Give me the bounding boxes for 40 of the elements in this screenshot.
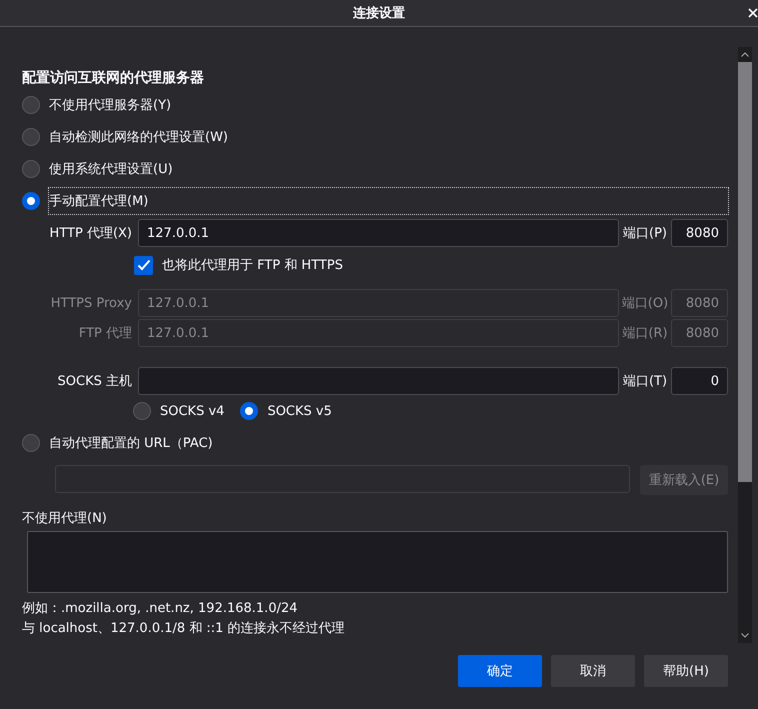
field-label: HTTP 代理(X) bbox=[48, 225, 133, 242]
text-area[interactable] bbox=[27, 531, 728, 593]
port-label: 端口(O) bbox=[620, 295, 670, 312]
radio-button[interactable] bbox=[22, 160, 40, 178]
port-label: 端口(R) bbox=[621, 325, 669, 342]
scrollbar[interactable] bbox=[738, 47, 752, 643]
port-label: 端口(P) bbox=[622, 225, 668, 242]
radio-label[interactable]: 不使用代理服务器(Y) bbox=[49, 96, 172, 114]
radio-button[interactable] bbox=[133, 402, 151, 420]
section-heading: 配置访问互联网的代理服务器 bbox=[22, 69, 205, 88]
scrollbar-thumb[interactable] bbox=[738, 62, 752, 482]
checkbox[interactable] bbox=[134, 256, 153, 274]
window-title: 连接设置 bbox=[353, 4, 405, 22]
dialog-button[interactable]: 帮助(H) bbox=[644, 655, 728, 687]
example-text: 例如：.mozilla.org, .net.nz, 192.168.1.0/24 bbox=[22, 600, 299, 613]
radio-label[interactable]: 使用系统代理设置(U) bbox=[49, 160, 173, 178]
input-field[interactable] bbox=[138, 367, 619, 395]
close-icon[interactable] bbox=[748, 8, 758, 18]
ok-button[interactable]: 确定 bbox=[458, 655, 542, 687]
radio-label[interactable]: SOCKS v4 bbox=[160, 404, 224, 418]
note-text: 与 localhost、127.0.0.1/8 和 ::1 的连接永不经过代理 bbox=[22, 620, 346, 633]
field-label: HTTPS Proxy bbox=[50, 296, 133, 310]
field-label: SOCKS 主机 bbox=[56, 373, 133, 390]
checkbox-label[interactable]: 也将此代理用于 FTP 和 HTTPS bbox=[162, 256, 343, 274]
port-label: 端口(T) bbox=[622, 373, 668, 390]
radio-label[interactable]: 自动检测此网络的代理设置(W) bbox=[49, 128, 228, 146]
port-field[interactable]: 8080 bbox=[671, 219, 728, 247]
radio-button[interactable] bbox=[22, 192, 40, 210]
scroll-up-icon[interactable] bbox=[741, 52, 749, 57]
radio-label[interactable]: 手动配置代理(M) bbox=[49, 188, 728, 214]
port-field[interactable]: 0 bbox=[671, 367, 728, 395]
input-field[interactable]: 127.0.0.1 bbox=[138, 219, 619, 247]
radio-button[interactable] bbox=[22, 128, 40, 146]
scroll-down-icon[interactable] bbox=[741, 633, 749, 638]
field-label: FTP 代理 bbox=[78, 325, 133, 342]
radio-button[interactable] bbox=[240, 402, 258, 420]
radio-label[interactable]: SOCKS v5 bbox=[267, 404, 332, 418]
radio-button[interactable] bbox=[22, 96, 40, 114]
dialog-button[interactable]: 取消 bbox=[551, 655, 635, 687]
field-label: 不使用代理(N) bbox=[22, 510, 108, 527]
